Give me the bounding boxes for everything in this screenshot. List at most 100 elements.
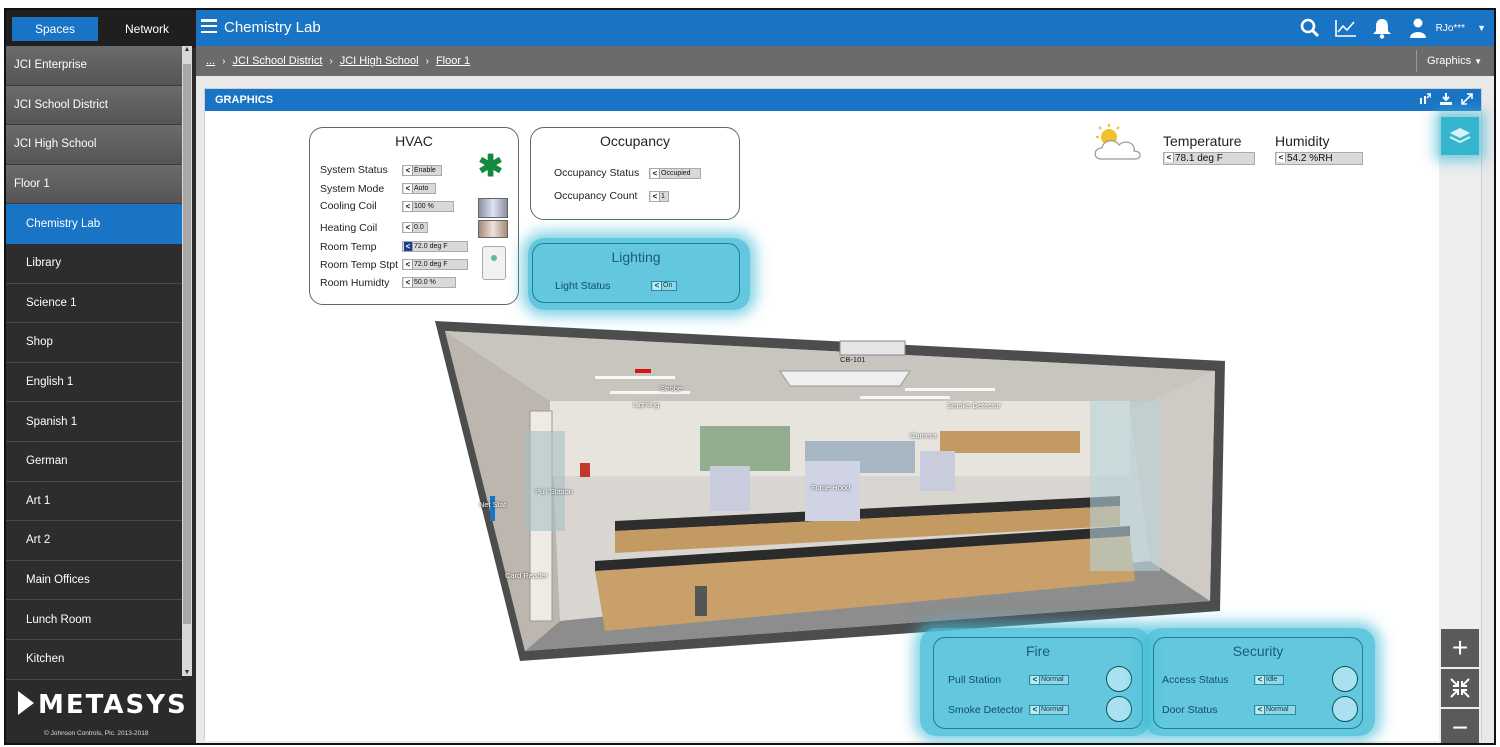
sidebar-item-main-offices[interactable]: Main Offices [6,560,182,601]
security-label: Access Status [1162,674,1229,686]
scroll-up-icon[interactable]: ▲ [182,46,192,53]
trend-icon[interactable] [1334,16,1358,40]
lighting-card[interactable]: Lighting Light Status On [532,243,740,303]
menu-icon[interactable] [201,19,217,34]
occupancy-count-value[interactable]: 1 [649,191,669,202]
room-label-fume-hood[interactable]: Fume Hood [811,483,850,492]
sidebar-scrollbar[interactable]: ▲ ▼ [182,46,192,676]
smoke-detector-value[interactable]: Normal [1029,705,1069,715]
view-menu-label: Graphics [1427,55,1472,67]
sidebar-item-art-2[interactable]: Art 2 [6,521,182,561]
user-name[interactable]: RJo*** [1436,23,1465,34]
breadcrumb-jci-school-district[interactable]: JCI School District [233,55,323,67]
search-icon[interactable] [1298,16,1322,40]
logo-mark-icon [18,691,34,715]
user-menu-chevron-icon[interactable]: ▼ [1477,23,1486,33]
view-menu-dropdown[interactable]: Graphics ▼ [1416,50,1494,72]
occupancy-card: Occupancy Occupancy Status Occupied Occu… [530,127,740,220]
occupancy-status-value[interactable]: Occupied [649,168,701,179]
door-icon [1332,696,1358,722]
room-temp-setpoint-value[interactable]: 72.0 deg F [402,259,468,270]
access-status-value[interactable]: Idle [1254,675,1284,685]
sidebar-item-shop[interactable]: Shop [6,323,182,363]
bell-icon[interactable] [1370,16,1394,40]
hvac-label: Room Temp Stpt [320,259,399,271]
cooling-coil-icon [478,198,508,218]
hvac-label: Room Temp [320,241,377,253]
download-icon[interactable] [1440,93,1452,105]
hvac-label: Room Humidty [320,277,390,289]
sidebar-item-science-1[interactable]: Science 1 [6,283,182,324]
sidebar-item-jci-high-school[interactable]: JCI High School [6,125,182,165]
room-label-net-stat[interactable]: Net Stat [479,500,506,509]
breadcrumb-separator: › [425,55,429,67]
breadcrumb-floor-1[interactable]: Floor 1 [436,55,470,67]
panel-header: GRAPHICS [205,89,1481,111]
scroll-down-icon[interactable]: ▼ [182,669,192,676]
fire-card[interactable]: Fire Pull Station Normal Smoke Detector … [933,637,1143,729]
sidebar-item-german[interactable]: German [6,441,182,482]
brand-name: METASYS [38,690,188,720]
hvac-label: System Status [320,164,388,176]
breadcrumb: ... › JCI School District › JCI High Sch… [196,46,1494,76]
room-label-lighting[interactable]: Lighting [633,400,659,409]
room-humidity-value[interactable]: 50.0 % [402,277,456,288]
outdoor-humidity-value[interactable]: 54.2 %RH [1275,152,1363,165]
sidebar-item-english-1[interactable]: English 1 [6,362,182,403]
zoom-out-button[interactable]: − [1441,709,1479,743]
zoom-in-button[interactable]: + [1441,629,1479,667]
hvac-card: HVAC System Status Enable System Mode Au… [309,127,519,305]
pull-station-value[interactable]: Normal [1029,675,1069,685]
humidity-label: Humidity [1275,133,1330,149]
sidebar-item-lunch-room[interactable]: Lunch Room [6,600,182,640]
sidebar-item-spanish-1[interactable]: Spanish 1 [6,402,182,442]
panel-actions [1419,93,1473,105]
graphics-panel: GRAPHICS CB-101 Strobe Lighting Smoke De… [204,88,1482,743]
sidebar-item-jci-enterprise[interactable]: JCI Enterprise [6,46,182,86]
tab-network[interactable]: Network [104,17,190,41]
heating-coil-icon [478,220,508,238]
fit-screen-icon [1450,678,1470,698]
sidebar-item-jci-school-district[interactable]: JCI School District [6,85,182,126]
room-label-card-reader[interactable]: Card Reader [505,571,548,580]
breadcrumb-ellipsis[interactable]: ... [206,55,215,67]
system-mode-value[interactable]: Auto [402,183,436,194]
share-icon[interactable] [1419,93,1431,105]
fan-icon: ✱ [478,150,504,183]
system-status-value[interactable]: Enable [402,165,442,176]
sidebar-item-art-1[interactable]: Art 1 [6,481,182,522]
cooling-coil-value[interactable]: 100 % [402,201,454,212]
lighting-title: Lighting [611,249,661,265]
room-label-smoke-detector[interactable]: Smoke Detector [947,401,1001,410]
room-label-strobe[interactable]: Strobe [660,384,682,393]
room-label-camera[interactable]: Camera [910,431,937,440]
outdoor-temperature-value[interactable]: 78.1 deg F [1163,152,1255,165]
breadcrumb-jci-high-school[interactable]: JCI High School [340,55,419,67]
user-icon[interactable] [1406,16,1430,40]
sidebar-tabs: Spaces Network [6,10,196,48]
layers-button[interactable] [1441,117,1479,155]
page-title: Chemistry Lab [224,19,321,36]
security-card[interactable]: Security Access Status Idle Door Status … [1153,637,1363,729]
hvac-label: Cooling Coil [320,200,377,212]
room-label-pull-station[interactable]: Pull Station [535,487,573,496]
hvac-title: HVAC [395,133,433,149]
room-temp-value[interactable]: 72.0 deg F [402,241,468,252]
fire-label: Smoke Detector [948,704,1024,716]
sidebar-item-kitchen[interactable]: Kitchen [6,639,182,680]
door-status-value[interactable]: Normal [1254,705,1296,715]
sidebar-item-chemistry-lab[interactable]: Chemistry Lab [6,204,182,244]
scrollbar-thumb[interactable] [183,64,191,624]
hvac-label: Heating Coil [320,222,378,234]
fit-to-screen-button[interactable] [1441,669,1479,707]
heating-coil-value[interactable]: 0.0 [402,222,428,233]
room-label-cb101[interactable]: CB-101 [840,355,865,364]
copyright-text: © Johnson Controls, Plc. 2013-2018 [44,730,149,737]
tab-spaces[interactable]: Spaces [12,17,98,41]
light-status-value[interactable]: On [651,281,677,291]
fire-title: Fire [1025,643,1051,659]
sidebar-item-floor-1[interactable]: Floor 1 [6,164,182,205]
sidebar-item-library[interactable]: Library [6,243,182,284]
top-actions: RJo*** ▼ [1298,16,1486,40]
expand-icon[interactable] [1461,93,1473,105]
